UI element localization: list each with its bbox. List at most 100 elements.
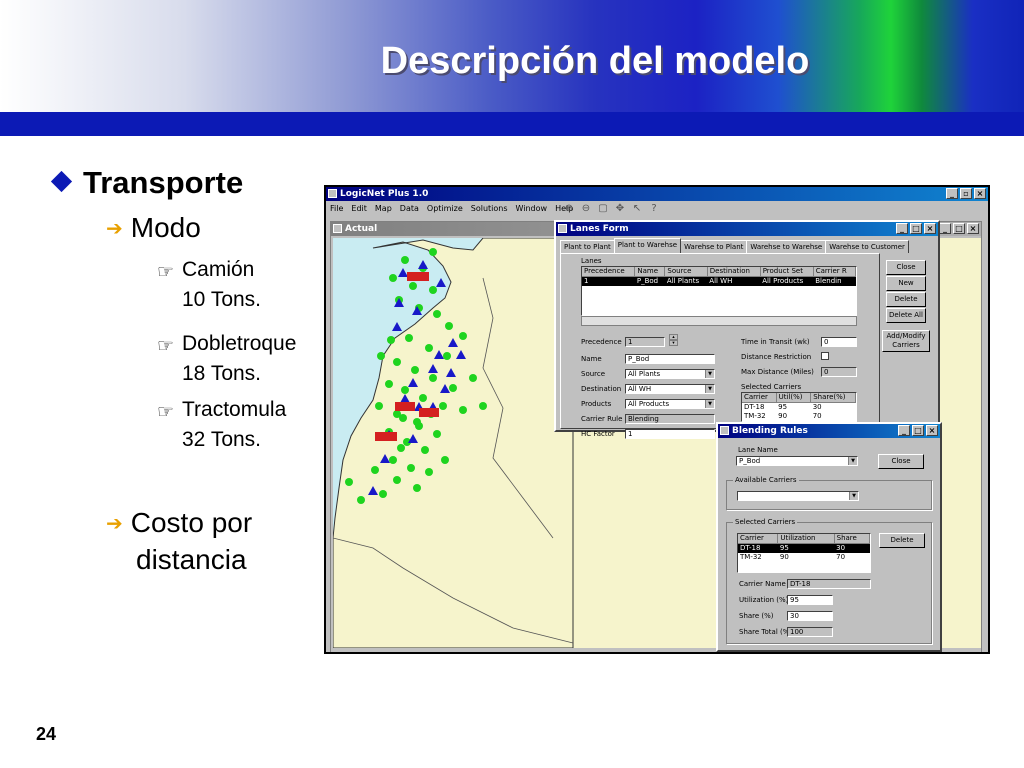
minimize-button[interactable]: _ (946, 188, 958, 199)
toolbar: ⊕ ⊖ ▢ ✥ ↖ ? (562, 202, 661, 216)
lane-name-select[interactable]: P_Bod ▼ (736, 456, 858, 466)
pan-icon[interactable]: ✥ (613, 202, 627, 216)
source-select[interactable]: All Plants ▼ (625, 369, 715, 379)
add-modify-carriers-button[interactable]: Add/Modify Carriers (882, 330, 930, 352)
blending-close-button[interactable]: × (926, 425, 938, 436)
col-source[interactable]: Source (664, 267, 708, 277)
menu-edit[interactable]: Edit (351, 201, 367, 217)
tab-plant-to-plant[interactable]: Plant to Plant (560, 240, 615, 253)
selected-carriers-group-label: Selected Carriers (733, 518, 798, 526)
utilization-field[interactable]: 95 (787, 595, 833, 605)
logicnet-window: LogicNet Plus 1.0 _ ▫ × File Edit Map Data… (324, 185, 990, 654)
hc-factor-field[interactable]: 1 (625, 429, 715, 439)
select-icon[interactable]: ▢ (596, 202, 610, 216)
app-title: LogicNet Plus 1.0 (340, 189, 429, 199)
col-carrier: Carrier (742, 393, 777, 403)
lanes-table[interactable]: Precedence Name Source Destination Product S… (581, 266, 857, 316)
tab-warehse-to-plant[interactable]: Warehse to Plant (680, 240, 748, 253)
bullet-tractomula-capacity: 32 Tons. (182, 428, 262, 451)
lanes-minimize-button[interactable]: _ (896, 223, 908, 234)
map-minimize-button[interactable]: _ (939, 223, 951, 234)
table-row[interactable]: DT-18 95 30 (738, 543, 870, 553)
available-carriers-select[interactable]: ▼ (737, 491, 859, 501)
tab-plant-to-warehse[interactable]: Plant to Warehse (613, 238, 682, 253)
map-maximize-button[interactable]: □ (953, 223, 965, 234)
col-name[interactable]: Name (634, 267, 666, 277)
blending-titlebar: Blending Rules _ □ × (718, 424, 940, 438)
delete-button[interactable]: Delete (886, 292, 926, 307)
col-precedence[interactable]: Precedence (582, 267, 636, 277)
help-icon[interactable]: ? (647, 202, 661, 216)
carrier-name-field[interactable]: DT-18 (787, 579, 871, 589)
lanes-form-title: Lanes Form (570, 224, 629, 234)
max-distance-label: Max Distance (Miles) (741, 368, 814, 376)
col-product-set[interactable]: Product Set (760, 267, 814, 277)
zoom-out-icon[interactable]: ⊖ (579, 202, 593, 216)
tab-warehse-to-customer[interactable]: Warehse to Customer (825, 240, 909, 253)
tab-warehse-to-warehse[interactable]: Warehse to Warehse (746, 240, 827, 253)
new-button[interactable]: New (886, 276, 926, 291)
share-total-field[interactable]: 100 (787, 627, 833, 637)
chevron-down-icon: ▼ (705, 400, 714, 408)
col-share: Share(%) (810, 393, 856, 403)
pointing-hand-icon: ☞ (157, 336, 175, 357)
bullet-costo: ➔ Costo por distancia (106, 505, 252, 578)
table-row[interactable]: 1 P_Bod All Plants All WH All Products Blendi… (582, 276, 856, 286)
selected-carriers-label: Selected Carriers (741, 383, 802, 391)
precedence-spinner[interactable]: ▲ ▼ (669, 334, 678, 346)
name-label: Name (581, 355, 602, 363)
chevron-down-icon: ▼ (705, 385, 714, 393)
close-button[interactable]: × (974, 188, 986, 199)
products-value: All Products (628, 400, 670, 408)
share-field[interactable]: 30 (787, 611, 833, 621)
col-share: Share (834, 534, 870, 544)
col-destination[interactable]: Destination (707, 267, 761, 277)
col-carrier: Carrier (738, 534, 779, 544)
menu-data[interactable]: Data (400, 201, 419, 217)
table-row[interactable]: TM-32 90 70 (742, 412, 856, 421)
blending-title: Blending Rules (732, 426, 808, 436)
table-row[interactable]: DT-18 95 30 (742, 403, 856, 413)
lanes-carriers-table[interactable]: Carrier Util(%) Share(%) DT-18 95 30 TM-32 90… (741, 392, 857, 422)
destination-select[interactable]: All WH ▼ (625, 384, 715, 394)
distance-restriction-checkbox[interactable] (821, 352, 829, 360)
close-form-button[interactable]: Close (886, 260, 926, 275)
bullet-camion: ☞ Camión 10 Tons. (157, 255, 261, 315)
chevron-down-icon: ▼ (849, 492, 858, 500)
carrier-rule-field[interactable]: Blending (625, 414, 715, 424)
blending-carriers-table[interactable]: Carrier Utilization Share DT-18 95 30 TM-32 9… (737, 533, 871, 573)
precedence-field[interactable]: 1 (625, 337, 665, 347)
table-row[interactable]: TM-32 90 70 (738, 553, 870, 562)
map-close-button[interactable]: × (967, 223, 979, 234)
lane-name-value: P_Bod (739, 457, 761, 465)
menu-optimize[interactable]: Optimize (427, 201, 463, 217)
blending-maximize-button[interactable]: □ (912, 425, 924, 436)
menu-file[interactable]: File (330, 201, 343, 217)
arrow-bullet-icon: ➔ (106, 218, 123, 240)
blending-delete-button[interactable]: Delete (879, 533, 925, 548)
lanes-tabs: Plant to Plant Plant to Warehse Warehse … (560, 238, 909, 253)
col-utilization: Utilization (777, 534, 835, 544)
blending-close-button-form[interactable]: Close (878, 454, 924, 469)
lanes-horizontal-scrollbar[interactable] (581, 316, 857, 326)
name-field[interactable]: P_Bod (625, 354, 715, 364)
products-select[interactable]: All Products ▼ (625, 399, 715, 409)
pointer-icon[interactable]: ↖ (630, 202, 644, 216)
menu-map[interactable]: Map (375, 201, 392, 217)
hc-factor-label: HC Factor (581, 430, 615, 438)
diamond-bullet-icon (50, 170, 73, 193)
delete-all-button[interactable]: Delete All (886, 308, 926, 323)
col-carrier-rule[interactable]: Carrier R (813, 267, 856, 277)
blending-rules-window: Blending Rules _ □ × Lane Name P_Bod ▼ Clos… (716, 422, 942, 652)
zoom-in-icon[interactable]: ⊕ (562, 202, 576, 216)
menu-window[interactable]: Window (516, 201, 548, 217)
max-distance-field[interactable]: 0 (821, 367, 857, 377)
blending-minimize-button[interactable]: _ (898, 425, 910, 436)
lanes-maximize-button[interactable]: □ (910, 223, 922, 234)
restore-button[interactable]: ▫ (960, 188, 972, 199)
precedence-label: Precedence (581, 338, 622, 346)
arrow-bullet-icon: ➔ (106, 513, 123, 535)
menu-solutions[interactable]: Solutions (471, 201, 508, 217)
lanes-close-button[interactable]: × (924, 223, 936, 234)
transit-field[interactable]: 0 (821, 337, 857, 347)
